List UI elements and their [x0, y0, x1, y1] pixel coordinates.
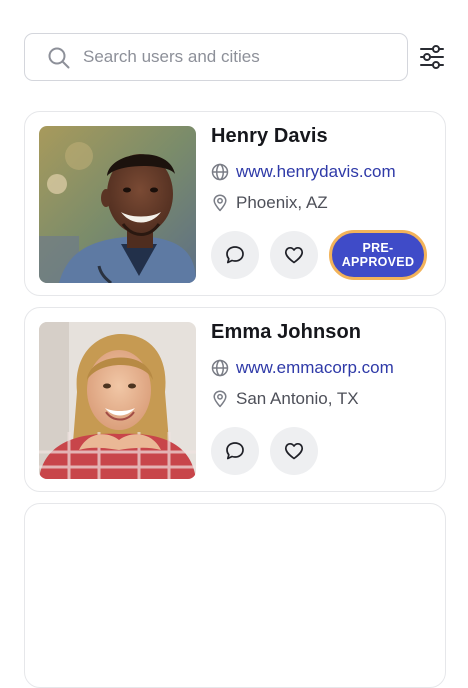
- chat-bubble-icon: [226, 246, 244, 264]
- portrait-photo: [39, 322, 196, 479]
- pre-approved-badge[interactable]: PRE- APPROVED: [329, 230, 427, 280]
- user-card[interactable]: Emma Johnson www.emmacorp.com San Antoni…: [24, 307, 446, 492]
- portrait-photo: [39, 126, 196, 283]
- search-input[interactable]: [83, 34, 393, 80]
- website-link[interactable]: www.henrydavis.com: [236, 162, 396, 182]
- location-pin-icon: [213, 390, 227, 408]
- user-photo: [39, 126, 196, 283]
- globe-icon: [211, 163, 229, 181]
- message-button[interactable]: [211, 427, 259, 475]
- chat-bubble-icon: [226, 442, 244, 460]
- location-text: Phoenix, AZ: [236, 193, 328, 212]
- location-pin-icon: [213, 194, 227, 212]
- website-row: www.emmacorp.com: [211, 357, 394, 379]
- user-name: Emma Johnson: [211, 321, 362, 343]
- website-link[interactable]: www.emmacorp.com: [236, 358, 394, 378]
- user-name: Henry Davis: [211, 125, 328, 147]
- user-card[interactable]: [24, 503, 446, 688]
- heart-icon: [284, 442, 304, 460]
- search-bar: [24, 33, 448, 81]
- message-button[interactable]: [211, 231, 259, 279]
- location-row: San Antonio, TX: [211, 388, 359, 410]
- sliders-icon: [420, 45, 444, 69]
- globe-icon: [211, 359, 229, 377]
- location-text: San Antonio, TX: [236, 389, 359, 408]
- location-row: Phoenix, AZ: [211, 192, 328, 214]
- search-box[interactable]: [24, 33, 408, 81]
- heart-icon: [284, 246, 304, 264]
- user-photo: [39, 322, 196, 479]
- website-row: www.henrydavis.com: [211, 161, 396, 183]
- filter-button[interactable]: [418, 44, 446, 70]
- user-card[interactable]: Henry Davis www.henrydavis.com Phoenix, …: [24, 111, 446, 296]
- favorite-button[interactable]: [270, 427, 318, 475]
- search-icon: [48, 47, 70, 69]
- favorite-button[interactable]: [270, 231, 318, 279]
